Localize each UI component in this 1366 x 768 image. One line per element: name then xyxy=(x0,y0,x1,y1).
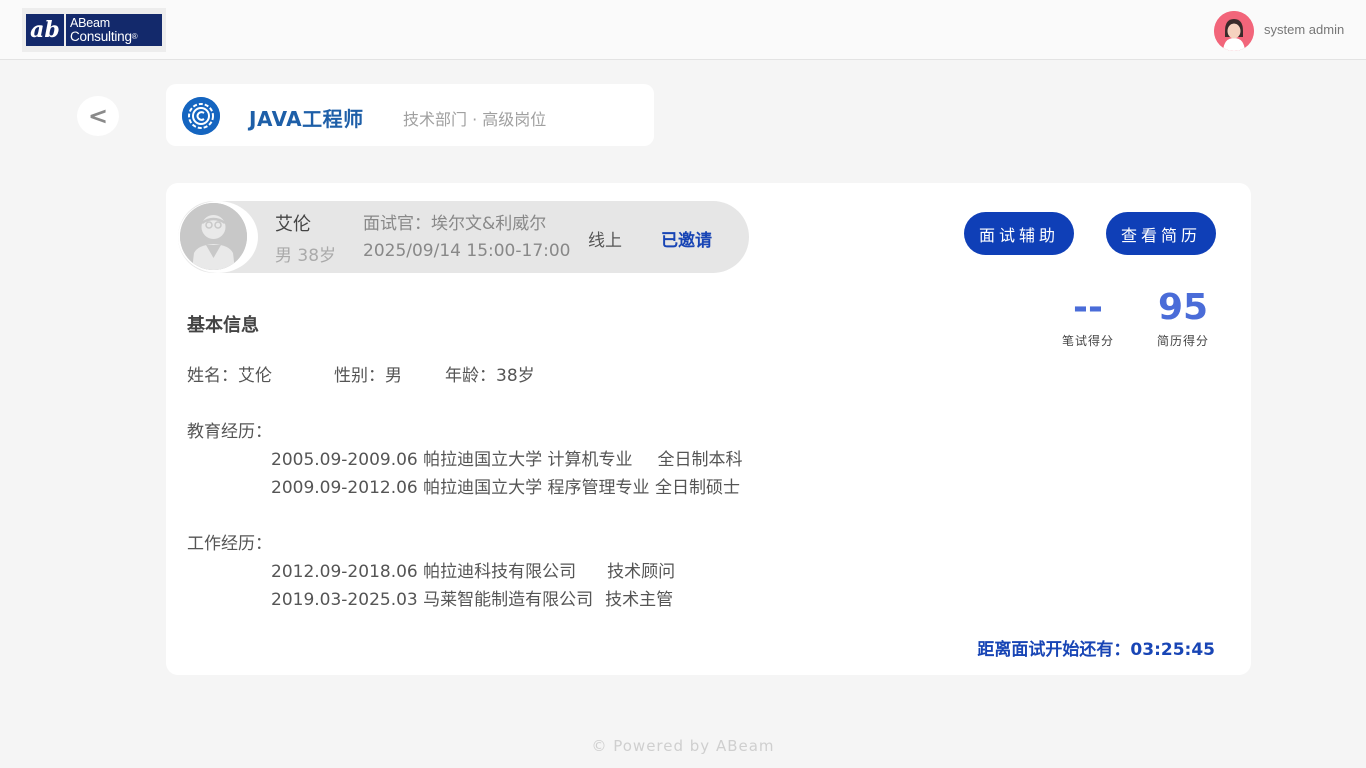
written-score-label: 笔试得分 xyxy=(1061,334,1114,348)
resume-score-label: 简历得分 xyxy=(1156,334,1209,348)
education-degree: 全日制本科 xyxy=(657,450,743,470)
work-role: 技术主管 xyxy=(605,590,674,610)
settings-gear-icon xyxy=(182,97,220,135)
logo-mark-icon: ab xyxy=(26,14,64,46)
education-item: 2009.09-2012.06 帕拉迪国立大学 程序管理专业 全日制硕士 xyxy=(271,473,740,498)
education-degree: 全日制硕士 xyxy=(654,478,740,498)
logo-registered: ® xyxy=(131,32,138,41)
company-logo[interactable]: ab ABeam Consulting® xyxy=(22,8,166,52)
logo-text: ABeam Consulting® xyxy=(66,14,162,46)
info-name: 姓名：艾伦 xyxy=(187,366,272,386)
user-avatar-icon[interactable] xyxy=(1214,11,1254,51)
candidate-gender-age: 男 38岁 xyxy=(275,246,337,266)
person-placeholder-icon xyxy=(180,203,247,270)
footer-credit: © Powered by ABeam xyxy=(591,737,775,755)
job-title: JAVA工程师 xyxy=(249,107,364,131)
education-period: 2009.09-2012.06 xyxy=(271,478,418,498)
job-subtitle: 技术部门 · 高级岗位 xyxy=(403,110,547,129)
education-school: 帕拉迪国立大学 程序管理专业 xyxy=(423,478,650,498)
interview-countdown: 距离面试开始还有：03:25:45 xyxy=(977,640,1215,660)
work-period: 2012.09-2018.06 xyxy=(271,562,418,582)
interview-time: 2025/09/14 15:00-17:00 xyxy=(363,241,571,261)
education-heading: 教育经历： xyxy=(187,422,272,442)
work-role: 技术顾问 xyxy=(607,562,676,582)
work-heading: 工作经历： xyxy=(187,534,272,554)
job-header-card: JAVA工程师 技术部门 · 高级岗位 xyxy=(166,84,654,146)
candidate-detail-card: 艾伦 男 38岁 面试官：埃尔文&利威尔 2025/09/14 15:00-17… xyxy=(166,183,1251,675)
work-item: 2019.03-2025.03 马莱智能制造有限公司 技术主管 xyxy=(271,585,673,610)
work-period: 2019.03-2025.03 xyxy=(271,590,418,610)
resume-score-value: 95 xyxy=(1157,287,1209,328)
candidate-avatar xyxy=(178,201,258,273)
basic-info-title: 基本信息 xyxy=(187,315,259,336)
work-company: 马莱智能制造有限公司 xyxy=(423,590,594,610)
resume-score: 95 简历得分 xyxy=(1143,284,1223,349)
top-bar: ab ABeam Consulting® system admin xyxy=(0,0,1366,60)
work-item: 2012.09-2018.06 帕拉迪科技有限公司 技术顾问 xyxy=(271,557,675,582)
interview-mode: 线上 xyxy=(588,231,622,251)
logo-brand-line2: Consulting xyxy=(70,29,132,44)
interviewer: 面试官：埃尔文&利威尔 xyxy=(363,214,547,234)
written-test-score: -- 笔试得分 xyxy=(1048,284,1128,349)
info-gender: 性别：男 xyxy=(334,366,402,386)
written-score-value: -- xyxy=(1073,287,1103,328)
candidate-name: 艾伦 xyxy=(275,214,311,235)
info-age: 年龄：38岁 xyxy=(445,366,535,386)
education-item: 2005.09-2009.06 帕拉迪国立大学 计算机专业 全日制本科 xyxy=(271,445,743,470)
candidate-summary-pill: 艾伦 男 38岁 面试官：埃尔文&利威尔 2025/09/14 15:00-17… xyxy=(178,201,749,273)
back-button[interactable]: < xyxy=(77,96,119,136)
interview-assist-button[interactable]: 面试辅助 xyxy=(964,212,1074,255)
logo-brand-line1: ABeam xyxy=(70,16,110,30)
user-name[interactable]: system admin xyxy=(1264,22,1344,37)
education-school: 帕拉迪国立大学 计算机专业 xyxy=(423,450,633,470)
invitation-status: 已邀请 xyxy=(661,231,712,251)
work-company: 帕拉迪科技有限公司 xyxy=(423,562,577,582)
education-period: 2005.09-2009.06 xyxy=(271,450,418,470)
view-resume-button[interactable]: 查看简历 xyxy=(1106,212,1216,255)
